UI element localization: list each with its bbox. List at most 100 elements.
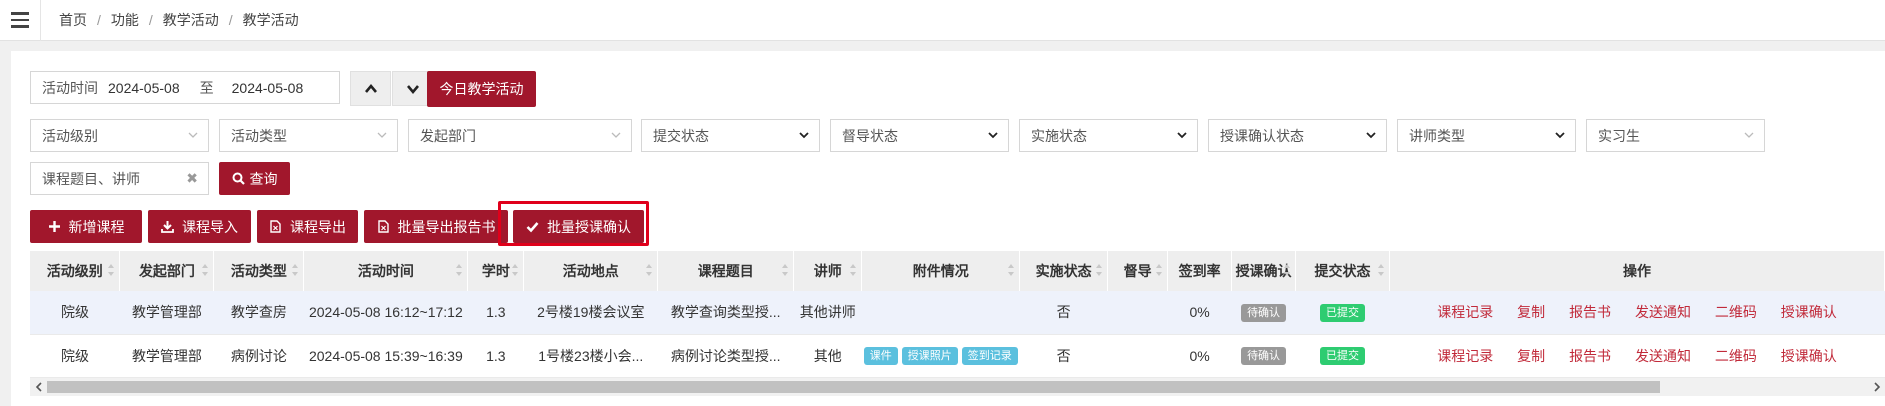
main-panel: 活动时间 2024-05-08 至 2024-05-08 今日教学活动 活动级别… — [11, 51, 1885, 406]
query-button[interactable]: 查询 — [219, 162, 290, 195]
export-course-button[interactable]: 课程导出 — [257, 210, 358, 243]
op-course-record-link[interactable]: 课程记录 — [1437, 348, 1493, 364]
cell-supervise — [1108, 334, 1168, 377]
th-supervise[interactable]: 督导 — [1107, 251, 1169, 291]
th-time[interactable]: 活动时间 — [303, 251, 469, 291]
attachment-badge[interactable]: 授课照片 — [901, 347, 958, 365]
search-input[interactable]: 课程题目、讲师 ✖ — [30, 162, 209, 195]
op-copy-link[interactable]: 复制 — [1517, 348, 1545, 364]
th-lecturer[interactable]: 讲师 — [793, 251, 863, 291]
select-submit-status[interactable]: 提交状态 — [641, 119, 820, 152]
table-row[interactable]: 院级 教学管理部 教学查房 2024-05-08 16:12~17:12 1.3… — [30, 291, 1885, 334]
select-label: 实施状态 — [1031, 127, 1087, 144]
th-submit[interactable]: 提交状态 — [1295, 251, 1391, 291]
sort-icon — [782, 264, 789, 276]
th-level[interactable]: 活动级别 — [30, 251, 121, 291]
op-report-link[interactable]: 报告书 — [1569, 304, 1611, 320]
chevron-down-icon — [376, 129, 388, 141]
breadcrumb-home[interactable]: 首页 — [59, 10, 87, 30]
sort-icon — [456, 264, 463, 276]
select-implement-status[interactable]: 实施状态 — [1019, 119, 1198, 152]
th-title[interactable]: 课程题目 — [657, 251, 795, 291]
check-icon — [526, 222, 539, 233]
cell-title: 病例讨论类型授... — [670, 347, 781, 364]
op-course-record-link[interactable]: 课程记录 — [1437, 304, 1493, 320]
menu-icon[interactable] — [0, 0, 41, 41]
date-to-input[interactable]: 2024-05-08 — [232, 80, 304, 96]
attachment-badge[interactable]: 签到记录 — [961, 347, 1018, 365]
select-activity-type[interactable]: 活动类型 — [219, 119, 398, 152]
cell-lecturer: 其他讲师 — [799, 304, 856, 321]
select-department[interactable]: 发起部门 — [408, 119, 632, 152]
chevron-down-icon — [1365, 129, 1377, 141]
select-lecturer-type[interactable]: 讲师类型 — [1397, 119, 1576, 152]
cell-dept: 教学管理部 — [131, 304, 202, 321]
import-course-button[interactable]: 课程导入 — [148, 210, 251, 243]
cell-title: 教学查询类型授... — [670, 304, 781, 321]
select-intern[interactable]: 实习生 — [1586, 119, 1765, 152]
breadcrumb-teaching-activity[interactable]: 教学活动 — [163, 10, 219, 30]
cell-submit: 已提交 — [1296, 334, 1390, 377]
add-course-button[interactable]: 新增课程 — [30, 210, 142, 243]
th-type[interactable]: 活动类型 — [213, 251, 305, 291]
op-teaching-confirm-link[interactable]: 授课确认 — [1781, 304, 1837, 320]
th-signin[interactable]: 签到率 — [1167, 251, 1233, 291]
op-teaching-confirm-link[interactable]: 授课确认 — [1781, 348, 1837, 364]
th-dept[interactable]: 发起部门 — [119, 251, 215, 291]
chevron-up-button[interactable] — [350, 71, 391, 106]
chevron-down-icon — [187, 129, 199, 141]
breadcrumb-separator: / — [228, 12, 233, 28]
op-qrcode-link[interactable]: 二维码 — [1715, 304, 1757, 320]
op-qrcode-link[interactable]: 二维码 — [1715, 348, 1757, 364]
op-send-notice-link[interactable]: 发送通知 — [1635, 304, 1691, 320]
sort-icon — [850, 264, 857, 276]
select-teaching-confirm-status[interactable]: 授课确认状态 — [1208, 119, 1387, 152]
th-ops: 操作 — [1389, 251, 1885, 291]
breadcrumb-function[interactable]: 功能 — [111, 10, 139, 30]
date-range-field[interactable]: 活动时间 2024-05-08 至 2024-05-08 — [30, 71, 340, 104]
chevron-down-icon — [1743, 129, 1755, 141]
scroll-left-button[interactable] — [30, 378, 47, 396]
batch-teaching-confirm-label: 批量授课确认 — [547, 218, 631, 235]
table-row[interactable]: 院级 教学管理部 病例讨论 2024-05-08 15:39~16:39 1.3… — [30, 334, 1885, 377]
attachment-badge[interactable]: 课件 — [863, 347, 898, 365]
cell-signin: 0% — [1189, 347, 1210, 364]
horizontal-scrollbar[interactable] — [30, 378, 1885, 396]
date-from-input[interactable]: 2024-05-08 — [108, 80, 180, 96]
op-send-notice-link[interactable]: 发送通知 — [1635, 348, 1691, 364]
cell-ops: 课程记录 复制 报告书 发送通知 二维码 授课确认 — [1390, 334, 1885, 377]
chevron-down-icon — [610, 129, 622, 141]
th-implemented[interactable]: 实施状态 — [1019, 251, 1109, 291]
batch-export-report-label: 批量导出报告书 — [397, 218, 496, 235]
cell-ops: 课程记录 复制 报告书 发送通知 二维码 授课确认 — [1390, 291, 1885, 334]
file-export-icon — [270, 220, 281, 233]
search-icon — [232, 172, 245, 185]
cell-attachments: 课件 授课照片 签到记录 — [862, 334, 1020, 377]
cell-level: 院级 — [60, 304, 89, 321]
th-place[interactable]: 活动地点 — [523, 251, 659, 291]
th-confirm[interactable]: 授课确认 — [1231, 251, 1297, 291]
batch-teaching-confirm-button[interactable]: 批量授课确认 — [513, 210, 644, 243]
today-activity-button[interactable]: 今日教学活动 — [427, 71, 536, 107]
import-course-label: 课程导入 — [182, 218, 238, 235]
top-bar: 首页 / 功能 / 教学活动 / 教学活动 — [0, 0, 1885, 41]
chevron-up-icon — [364, 83, 377, 93]
sort-icon — [1284, 264, 1291, 276]
cell-place: 1号楼23楼小会... — [538, 347, 644, 364]
th-hours[interactable]: 学时 — [467, 251, 525, 291]
status-badge: 已提交 — [1320, 303, 1366, 322]
select-supervise-status[interactable]: 督导状态 — [830, 119, 1009, 152]
op-copy-link[interactable]: 复制 — [1517, 304, 1545, 320]
select-activity-level[interactable]: 活动级别 — [30, 119, 209, 152]
cell-time: 2024-05-08 16:12~17:12 — [308, 304, 463, 321]
plus-icon — [48, 221, 60, 232]
sort-icon — [646, 264, 653, 276]
chevron-down-icon — [1176, 129, 1188, 141]
op-report-link[interactable]: 报告书 — [1569, 348, 1611, 364]
clear-icon[interactable]: ✖ — [186, 170, 198, 187]
th-attachments[interactable]: 附件情况 — [861, 251, 1021, 291]
chevron-right-icon — [1873, 382, 1880, 392]
scrollbar-thumb[interactable] — [47, 381, 1660, 393]
batch-export-report-button[interactable]: 批量导出报告书 — [364, 210, 508, 243]
scroll-right-button[interactable] — [1868, 378, 1885, 396]
